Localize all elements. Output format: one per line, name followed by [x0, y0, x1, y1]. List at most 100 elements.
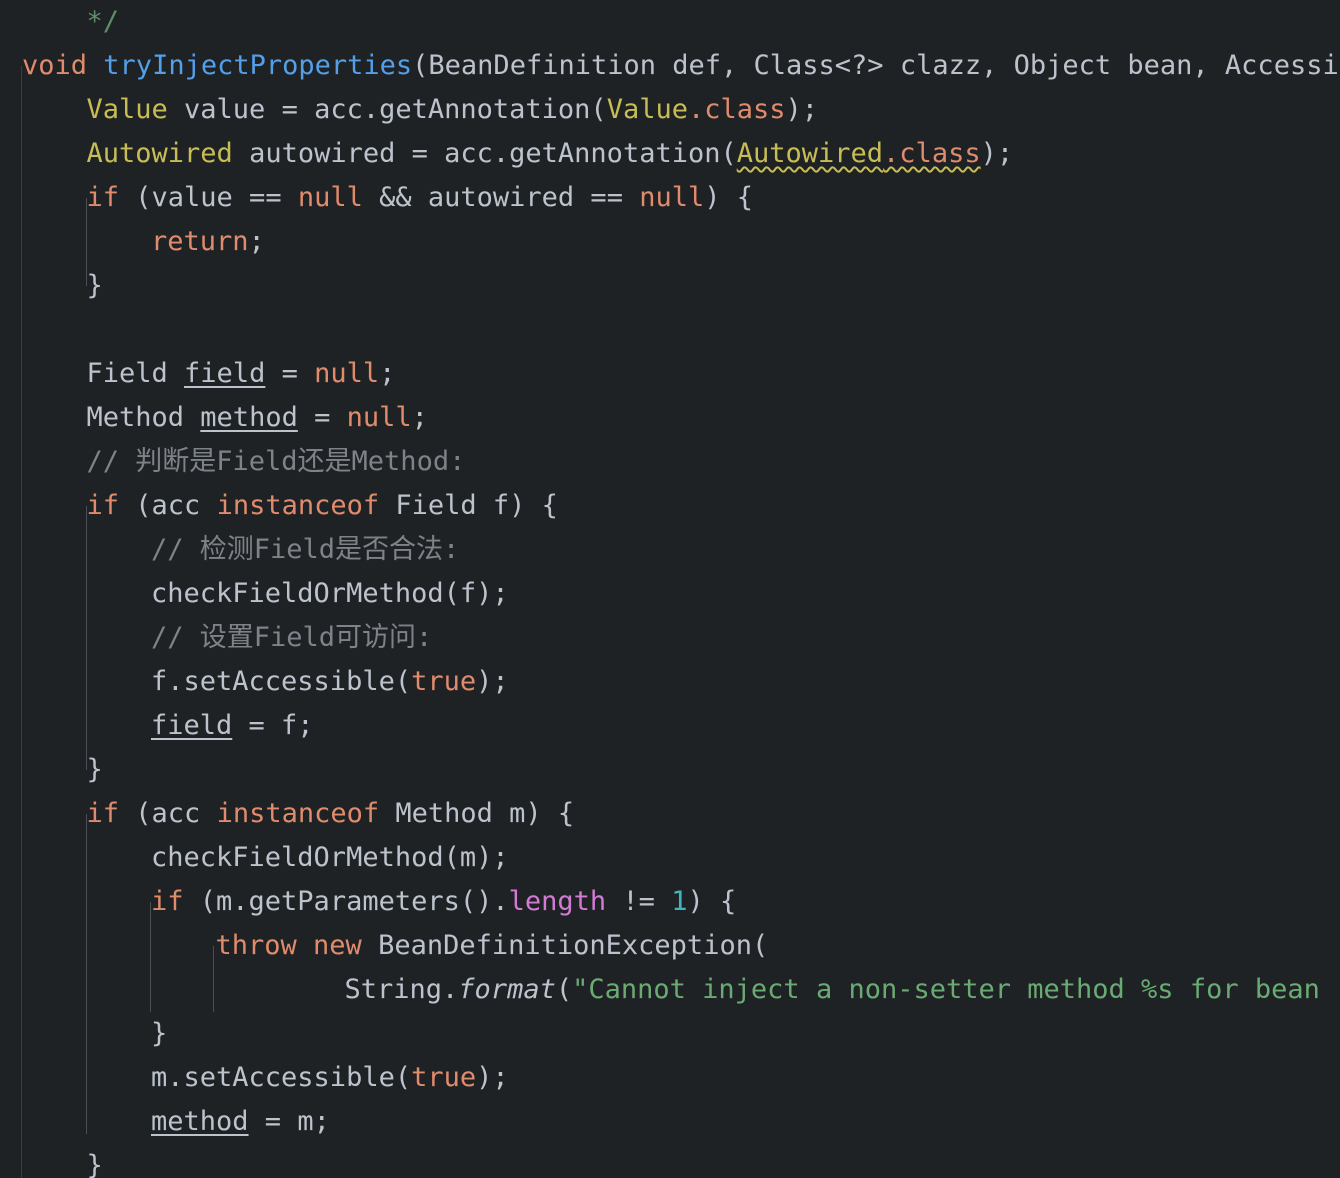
code-token: ; [411, 402, 428, 433]
code-token: if [86, 182, 120, 213]
code-token: return [151, 226, 249, 257]
code-line[interactable]: } [0, 264, 1340, 308]
code-token: 1 [671, 886, 688, 917]
code-token: Field f) { [379, 490, 558, 521]
code-token: checkFieldOrMethod(f); [151, 578, 509, 609]
code-line[interactable]: Value value = acc.getAnnotation(Value.cl… [0, 88, 1340, 132]
code-token: null [314, 358, 380, 389]
code-token: "Cannot inject a non-setter method %s fo… [572, 974, 1340, 1005]
code-line[interactable]: if (value == null && autowired == null) … [0, 176, 1340, 220]
code-token: if [151, 886, 184, 917]
code-token: = f; [232, 710, 314, 741]
code-token: (acc [119, 798, 217, 829]
code-token: ) { [687, 886, 737, 917]
code-token: Autowired [86, 138, 233, 169]
code-token: (m.getParameters(). [183, 886, 509, 917]
code-token: true [411, 1062, 477, 1093]
code-token: ( [555, 974, 573, 1005]
code-token: length [508, 886, 607, 917]
code-token: method [200, 402, 298, 433]
code-token: Autowired [736, 138, 884, 169]
code-token: m.setAccessible( [151, 1062, 412, 1093]
code-line[interactable]: void tryInjectProperties(BeanDefinition … [0, 44, 1340, 88]
code-line[interactable]: } [0, 748, 1340, 792]
code-token: if [86, 490, 120, 521]
code-token: } [86, 270, 103, 301]
code-token: throw [215, 930, 297, 961]
code-token: } [151, 1018, 168, 1049]
code-token: format [458, 974, 556, 1005]
code-line[interactable]: // 判断是Field还是Method: [0, 440, 1340, 484]
code-token: void [22, 50, 88, 81]
code-token: Value [606, 94, 688, 125]
code-token: != [606, 886, 672, 917]
code-line[interactable]: Autowired autowired = acc.getAnnotation(… [0, 132, 1340, 176]
code-token: Method m) { [379, 798, 575, 829]
code-token: (BeanDefinition def, Class<?> clazz, Obj… [412, 50, 1340, 81]
code-content[interactable]: */void tryInjectProperties(BeanDefinitio… [0, 0, 1340, 1178]
code-line[interactable]: if (acc instanceof Method m) { [0, 792, 1340, 836]
code-token: .class [687, 94, 786, 125]
code-token: null [297, 182, 363, 213]
code-token: ); [476, 1062, 509, 1093]
code-token: method [151, 1106, 249, 1137]
code-token: ; [248, 226, 265, 257]
code-token: = [297, 402, 347, 433]
code-token: instanceof [216, 490, 380, 521]
code-token: ; [379, 358, 396, 389]
code-token: = [265, 358, 315, 389]
code-line[interactable]: throw new BeanDefinitionException( [0, 924, 1340, 968]
code-line[interactable] [0, 308, 1340, 352]
code-line[interactable]: // 检测Field是否合法: [0, 528, 1340, 572]
code-token: (acc [119, 490, 217, 521]
code-token: tryInjectProperties [103, 50, 413, 81]
code-line[interactable]: return; [0, 220, 1340, 264]
code-token: // 设置Field可访问: [151, 622, 433, 653]
code-editor[interactable]: */void tryInjectProperties(BeanDefinitio… [0, 0, 1340, 1178]
code-token: // 判断是Field还是Method: [86, 446, 466, 477]
code-token: ) { [704, 182, 754, 213]
code-token: true [411, 666, 477, 697]
code-token: Field [86, 358, 185, 389]
code-line[interactable]: checkFieldOrMethod(m); [0, 836, 1340, 880]
code-token: autowired = acc.getAnnotation( [232, 138, 737, 169]
code-line[interactable]: Field field = null; [0, 352, 1340, 396]
code-token: field [151, 710, 233, 741]
code-token: f.setAccessible( [151, 666, 412, 697]
code-token: // 检测Field是否合法: [151, 534, 460, 565]
code-line[interactable]: */ [0, 0, 1340, 44]
code-token: ); [980, 138, 1014, 169]
code-token: null [639, 182, 705, 213]
code-line[interactable]: String.format("Cannot inject a non-sette… [0, 968, 1340, 1012]
code-token: new [313, 930, 362, 961]
code-line[interactable]: method = m; [0, 1100, 1340, 1144]
code-line[interactable]: } [0, 1144, 1340, 1178]
code-line[interactable]: if (acc instanceof Field f) { [0, 484, 1340, 528]
code-line[interactable]: } [0, 1012, 1340, 1056]
code-line[interactable]: m.setAccessible(true); [0, 1056, 1340, 1100]
code-token: .class [883, 138, 981, 169]
code-token: String. [344, 974, 459, 1005]
code-line[interactable]: field = f; [0, 704, 1340, 748]
code-token: ); [785, 94, 819, 125]
code-token: Value [86, 94, 168, 125]
code-token: (value == [119, 182, 298, 213]
code-token: BeanDefinitionException( [361, 930, 769, 961]
code-token: } [86, 754, 103, 785]
code-line[interactable]: if (m.getParameters().length != 1) { [0, 880, 1340, 924]
code-token: = m; [248, 1106, 330, 1137]
code-token: } [86, 1150, 103, 1178]
code-line[interactable]: // 设置Field可访问: [0, 616, 1340, 660]
code-line[interactable]: checkFieldOrMethod(f); [0, 572, 1340, 616]
code-token: && autowired == [362, 182, 640, 213]
code-line[interactable]: f.setAccessible(true); [0, 660, 1340, 704]
code-token: ); [476, 666, 509, 697]
code-token: if [86, 798, 120, 829]
code-token: value = acc.getAnnotation( [167, 94, 607, 125]
code-token: instanceof [216, 798, 380, 829]
code-token: */ [86, 6, 120, 37]
code-line[interactable]: Method method = null; [0, 396, 1340, 440]
code-token: field [184, 358, 266, 389]
